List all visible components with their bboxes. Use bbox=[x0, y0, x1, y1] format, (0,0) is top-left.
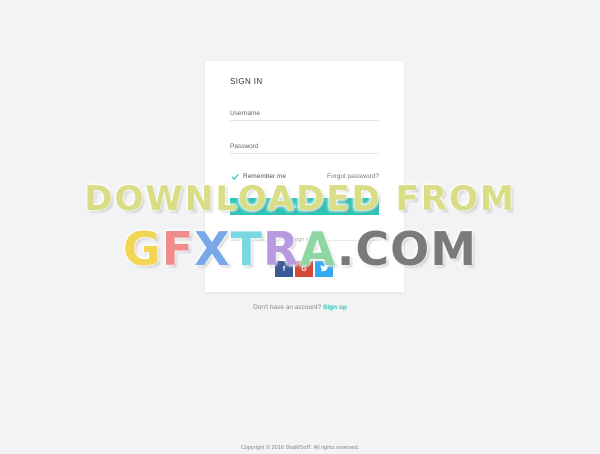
twitter-button[interactable] bbox=[315, 261, 333, 277]
google-button[interactable]: G bbox=[295, 261, 313, 277]
divider-label: or sign in with bbox=[283, 235, 326, 245]
signup-prompt: Don't have an account? Sign up bbox=[0, 304, 600, 311]
login-button[interactable]: LOGIN bbox=[230, 198, 379, 215]
facebook-icon: f bbox=[282, 265, 286, 273]
signup-link[interactable]: Sign up bbox=[323, 304, 347, 311]
social-buttons: f G bbox=[275, 261, 333, 277]
google-icon: G bbox=[301, 265, 307, 273]
watermark-letter: F bbox=[161, 222, 195, 276]
username-field[interactable]: Username bbox=[230, 99, 379, 121]
username-placeholder: Username bbox=[230, 110, 260, 117]
watermark-letter: G bbox=[122, 222, 162, 276]
forgot-password-link[interactable]: Forgot password? bbox=[327, 173, 379, 180]
twitter-icon bbox=[319, 264, 329, 274]
checkmark-icon[interactable] bbox=[230, 172, 239, 181]
signin-card: SIGN IN Username Password Remember me Fo… bbox=[205, 61, 404, 292]
social-divider: or sign in with bbox=[230, 235, 379, 245]
signin-title: SIGN IN bbox=[230, 77, 263, 86]
password-field[interactable]: Password bbox=[230, 132, 379, 154]
copyright-text: Copyright © 2016 ShaMSofT. All rights re… bbox=[240, 445, 360, 451]
password-placeholder: Password bbox=[230, 143, 259, 150]
remember-me-checkbox[interactable]: Remember me bbox=[230, 172, 286, 181]
facebook-button[interactable]: f bbox=[275, 261, 293, 277]
remember-me-label: Remember me bbox=[243, 173, 286, 180]
signup-prompt-text: Don't have an account? bbox=[253, 304, 322, 311]
